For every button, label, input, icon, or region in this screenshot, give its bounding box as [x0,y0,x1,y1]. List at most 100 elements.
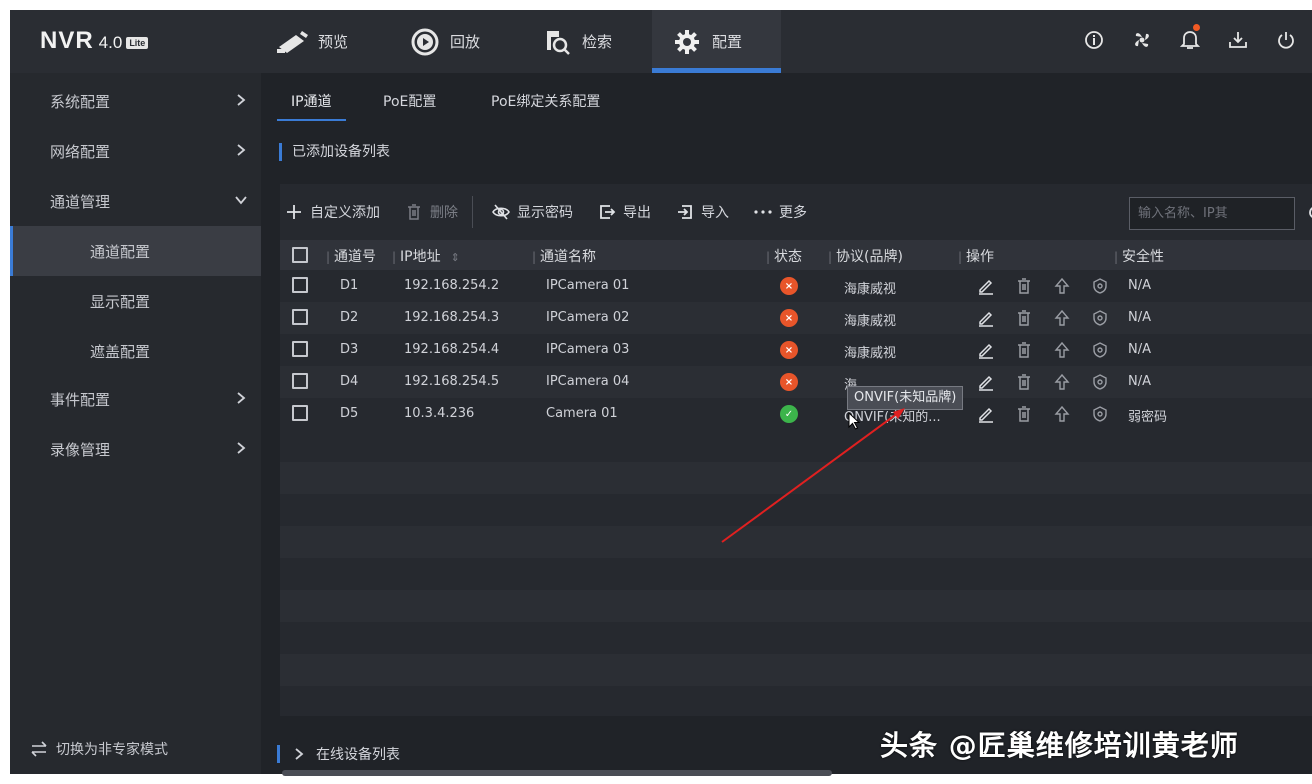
tab-config[interactable]: 配置 [652,10,781,73]
toolbar-divider [472,196,473,228]
sidebar-item-label: 通道管理 [50,192,111,211]
sidebar-item-display-config[interactable]: 显示配置 [10,276,261,326]
playback-icon [408,25,442,59]
eye-off-icon [491,202,511,222]
upgrade-icon[interactable] [1051,307,1073,329]
tab-preview[interactable]: 预览 [276,10,348,73]
sidebar-item-channel-mgmt[interactable]: 通道管理 [10,176,261,226]
table-row[interactable]: D3 192.168.254.4 IPCamera 03 × 海康威视 N/A [280,334,1312,366]
cell-security: N/A [1128,374,1151,389]
cell-ip: 192.168.254.2 [404,278,500,293]
tab-ip-channel[interactable]: IP通道 [277,91,346,121]
col-ip[interactable]: | IP地址 ⇕ [392,246,460,266]
logo-main: NVR [40,27,94,54]
col-ops: | 操作 [958,249,995,265]
tab-search[interactable]: 检索 [540,10,612,73]
cell-ip: 10.3.4.236 [404,406,475,421]
row-checkbox[interactable] [292,341,308,357]
sidebar-item-mask-config[interactable]: 遮盖配置 [10,326,261,376]
trash-icon[interactable] [1013,403,1035,425]
security-shield-icon[interactable] [1089,307,1111,329]
upgrade-icon[interactable] [1051,371,1073,393]
sidebar-item-network[interactable]: 网络配置 [10,126,261,176]
tab-playback[interactable]: 回放 [408,10,480,73]
select-all-checkbox[interactable] [292,247,308,263]
trash-icon[interactable] [1013,307,1035,329]
import-button[interactable]: 导入 [675,202,729,222]
row-checkbox[interactable] [292,309,308,325]
table-row[interactable]: D5 10.3.4.236 Camera 01 ✓ ONVIF(未知的... 弱密码 [280,398,1312,430]
security-shield-icon[interactable] [1089,403,1111,425]
security-shield-icon[interactable] [1089,339,1111,361]
row-checkbox[interactable] [292,277,308,293]
swap-icon [31,741,47,757]
bell-icon[interactable] [1178,24,1202,54]
cell-security: N/A [1128,310,1151,325]
add-button[interactable]: 自定义添加 [284,202,380,222]
edit-icon[interactable] [975,307,997,329]
info-icon[interactable] [1082,26,1106,54]
switch-mode-label: 切换为非专家模式 [56,742,168,758]
cell-channel: D4 [340,374,359,389]
gear-icon [670,25,704,59]
col-status[interactable]: | 状态 [766,246,802,266]
row-checkbox[interactable] [292,405,308,421]
show-password-button[interactable]: 显示密码 [491,202,573,222]
upgrade-icon[interactable] [1051,275,1073,297]
empty-row [280,526,1312,558]
sidebar-item-channel-config[interactable]: 通道配置 [10,226,261,276]
security-shield-icon[interactable] [1089,275,1111,297]
tab-poe-binding[interactable]: PoE绑定关系配置 [491,91,600,121]
power-icon[interactable] [1274,26,1298,54]
security-shield-icon[interactable] [1089,371,1111,393]
sidebar: 系统配置 网络配置 通道管理 通道配置 显示配置 遮盖配置 事件配置 录像管理 … [10,73,261,774]
edit-icon[interactable] [975,403,997,425]
table-row[interactable]: D2 192.168.254.3 IPCamera 02 × 海康威视 N/A [280,302,1312,334]
col-name[interactable]: | 通道名称 [532,246,596,266]
chevron-right-icon [237,94,246,106]
download-icon[interactable] [1226,26,1250,54]
export-button[interactable]: 导出 [597,202,651,222]
table-header: | 通道号 | IP地址 ⇕ | 通道名称 | 状态 | 协议(品牌) | 操作 | 安全性 [280,240,1312,270]
chevron-right-icon [237,144,246,156]
sidebar-item-label: 显示配置 [90,292,151,311]
upgrade-icon[interactable] [1051,403,1073,425]
sidebar-item-record[interactable]: 录像管理 [10,424,261,474]
search-box [1129,197,1312,230]
subtab-bar: IP通道 PoE配置 PoE绑定关系配置 [261,73,1312,127]
switch-mode-button[interactable]: 切换为非专家模式 [10,724,261,774]
logo: NVR 4.0 Lite [40,27,149,55]
more-button[interactable]: 更多 [753,202,807,222]
col-security[interactable]: | 安全性 [1114,246,1164,266]
cell-name: Camera 01 [546,406,618,421]
edit-icon[interactable] [975,371,997,393]
search-input[interactable] [1130,198,1308,229]
table-row[interactable]: D1 192.168.254.2 IPCamera 01 × 海康威视 N/A [280,270,1312,302]
empty-row [280,622,1312,654]
online-device-label: 在线设备列表 [316,747,400,763]
sidebar-item-event[interactable]: 事件配置 [10,374,261,424]
delete-button[interactable]: 删除 [404,202,458,222]
status-offline-icon: × [780,373,798,391]
section-marker [277,745,280,763]
cell-name: IPCamera 04 [546,374,630,389]
row-checkbox[interactable] [292,373,308,389]
sidebar-item-label: 事件配置 [50,390,111,409]
tab-poe-config[interactable]: PoE配置 [383,91,436,121]
sidebar-item-system[interactable]: 系统配置 [10,76,261,126]
edit-icon[interactable] [975,275,997,297]
trash-icon[interactable] [1013,275,1035,297]
fan-icon[interactable] [1130,26,1154,54]
sort-icon[interactable]: ⇕ [451,251,460,264]
add-button-label: 自定义添加 [310,205,380,221]
col-channel[interactable]: | 通道号 [326,246,376,266]
col-protocol[interactable]: | 协议(品牌) [828,246,903,266]
notification-dot [1193,24,1200,31]
sidebar-item-label: 录像管理 [50,440,111,459]
trash-icon[interactable] [1013,339,1035,361]
table-row[interactable]: D4192.168.254.5IPCamera 04×海N/A [280,366,1312,398]
upgrade-icon[interactable] [1051,339,1073,361]
trash-icon[interactable] [1013,371,1035,393]
edit-icon[interactable] [975,339,997,361]
search-icon[interactable] [1308,200,1312,228]
